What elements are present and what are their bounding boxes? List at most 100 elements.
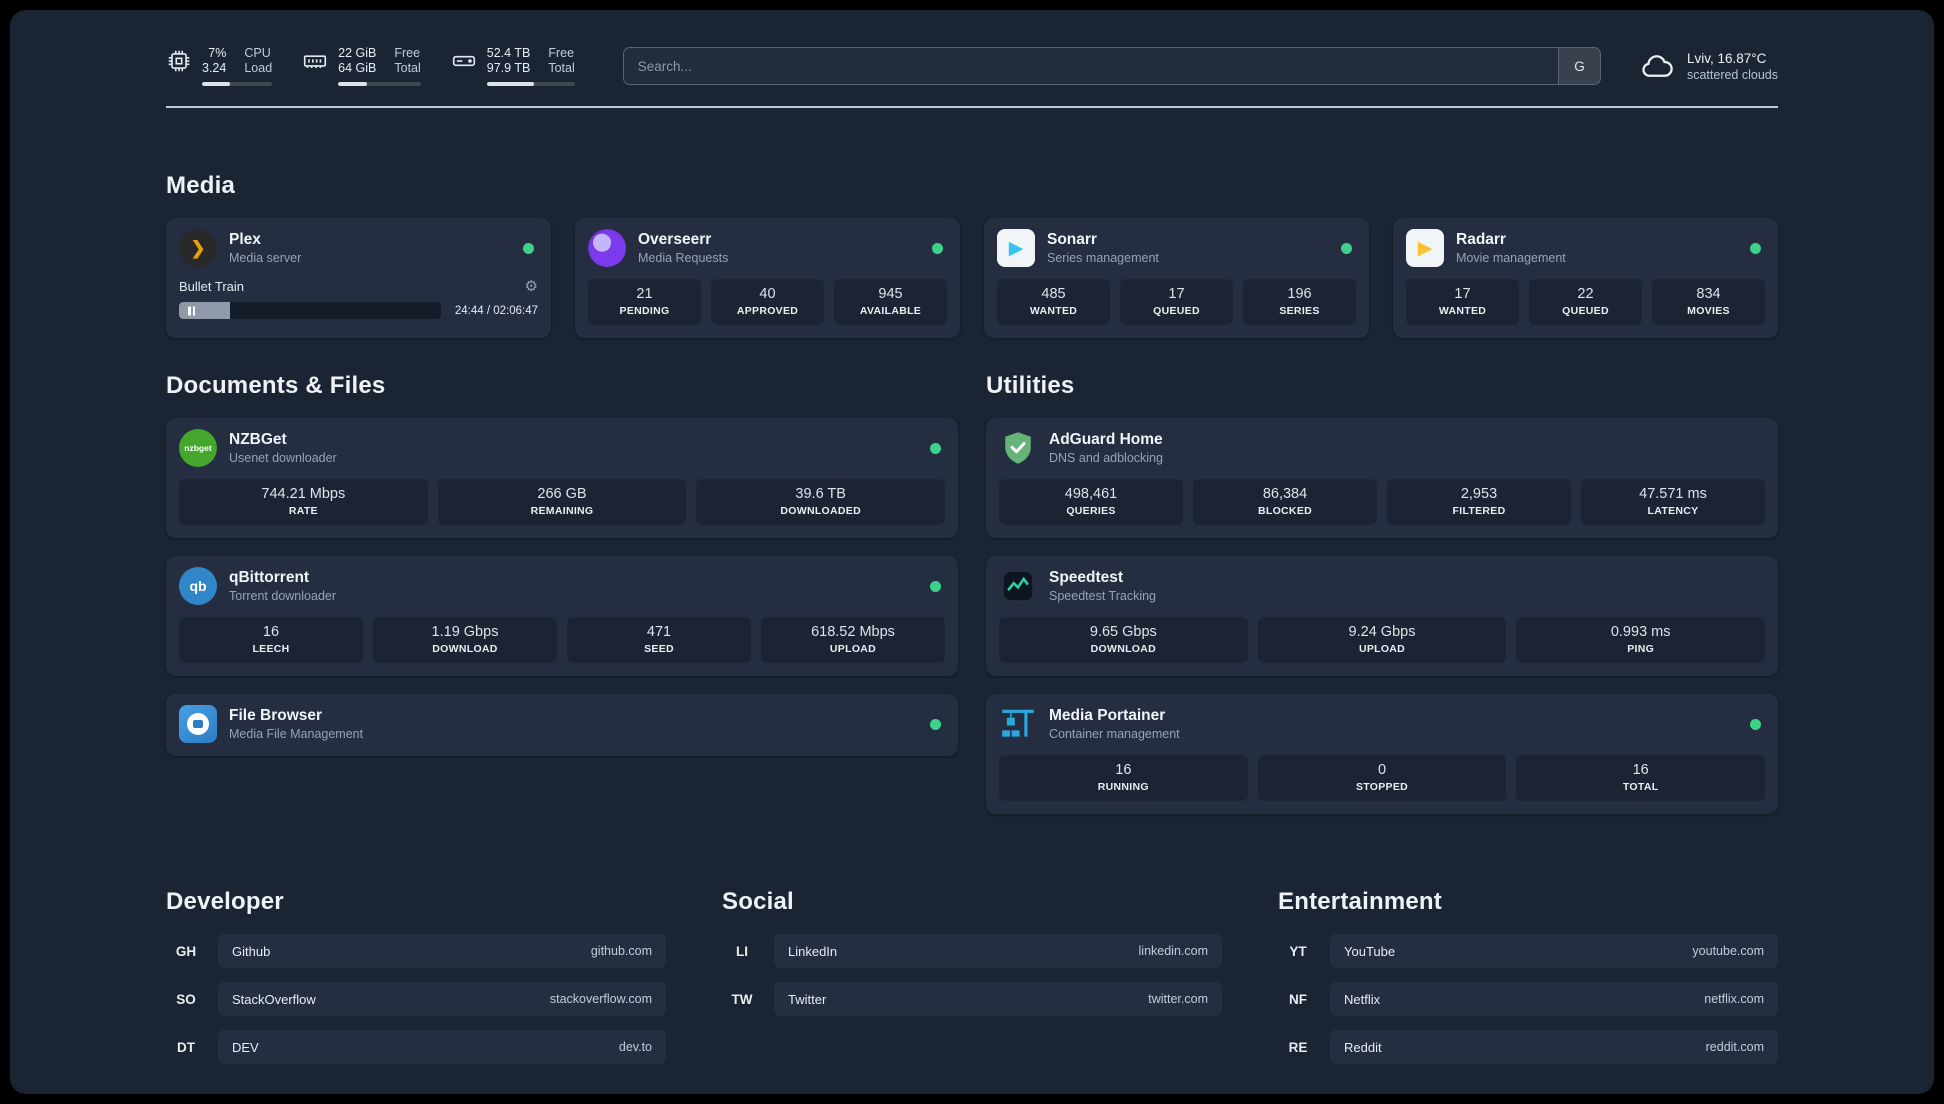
weather-widget: Lviv, 16.87°C scattered clouds: [1639, 48, 1778, 84]
filebrowser-service-link[interactable]: File Browser Media File Management: [179, 705, 945, 743]
qbittorrent-card: qb qBittorrent Torrent downloader 16 LEEC…: [166, 556, 958, 676]
stat-box: 834 MOVIES: [1652, 279, 1765, 325]
portainer-name: Media Portainer: [1049, 707, 1166, 724]
screenshot-frame: 7% CPU 3.24 Load 22 GiB Free 64 GiB Tota…: [0, 0, 1944, 1104]
cpu-load-value: 3.24: [202, 61, 227, 75]
cloud-icon: [1642, 55, 1673, 77]
qbittorrent-desc: Torrent downloader: [229, 589, 337, 603]
stat-label: BLOCKED: [1257, 505, 1312, 517]
media-grid: ❯ Plex Media server Bullet Train ⚙ 24:44…: [166, 218, 1778, 338]
filebrowser-card: File Browser Media File Management: [166, 694, 958, 756]
bookmark-link-dev[interactable]: DEV dev.to: [218, 1030, 666, 1064]
bookmark-url: youtube.com: [1692, 944, 1764, 958]
nzbget-name: NZBGet: [229, 431, 287, 448]
stat-value: 945: [878, 286, 903, 302]
section-media: Media ❯ Plex Media server Bullet Train ⚙: [166, 172, 1778, 338]
stat-label: UPLOAD: [829, 643, 877, 655]
plex-card: ❯ Plex Media server Bullet Train ⚙ 24:44…: [166, 218, 551, 338]
bookmark-link-twitter[interactable]: Twitter twitter.com: [774, 982, 1222, 1016]
adguard-meta: AdGuard Home DNS and adblocking: [1049, 431, 1765, 465]
bookmark-name: Netflix: [1344, 991, 1381, 1007]
sonarr-meta: Sonarr Series management: [1047, 231, 1341, 265]
plex-icon: ❯: [179, 229, 217, 267]
speedtest-service-link[interactable]: Speedtest Speedtest Tracking: [999, 567, 1765, 605]
stat-label: AVAILABLE: [859, 305, 922, 317]
stat-box: 39.6 TB DOWNLOADED: [696, 479, 946, 525]
plex-service-link[interactable]: ❯ Plex Media server: [179, 229, 538, 267]
qbittorrent-icon: qb: [179, 567, 217, 605]
stat-value: 485: [1041, 286, 1066, 302]
sonarr-service-link[interactable]: ▶ Sonarr Series management: [997, 229, 1356, 267]
stat-value: 17: [1168, 286, 1185, 302]
sonarr-name: Sonarr: [1047, 231, 1097, 248]
stat-value: 39.6 TB: [795, 486, 846, 502]
overseerr-stats: 21 PENDING 40 APPROVED 945 AVAILABLE: [588, 279, 947, 325]
section-documents: Documents & Files nzbget NZBGet Usenet d…: [166, 372, 958, 756]
stat-box: 16 LEECH: [179, 617, 363, 663]
bookmark-group-entertainment: Entertainment YT YouTube youtube.com NF …: [1278, 888, 1778, 1064]
settings-icon[interactable]: ⚙: [525, 279, 538, 294]
qbittorrent-service-link[interactable]: qb qBittorrent Torrent downloader: [179, 567, 945, 605]
stat-value: 196: [1287, 286, 1312, 302]
pause-icon[interactable]: [188, 306, 195, 315]
cpu-load-label: Load: [244, 61, 273, 75]
search-provider-button[interactable]: G: [1557, 48, 1600, 84]
bookmark-name: DEV: [232, 1039, 259, 1055]
nzbget-service-link[interactable]: nzbget NZBGet Usenet downloader: [179, 429, 945, 467]
portainer-crane-icon: [999, 705, 1037, 743]
stat-box: 9.65 Gbps DOWNLOAD: [999, 617, 1248, 663]
speedtest-name: Speedtest: [1049, 569, 1124, 586]
stat-box: 22 QUEUED: [1529, 279, 1642, 325]
stat-value: 16: [262, 624, 280, 640]
portainer-card: Media Portainer Container management 16 R…: [986, 694, 1778, 814]
stat-value: 1.19 Gbps: [431, 624, 499, 640]
radarr-meta: Radarr Movie management: [1456, 231, 1750, 265]
stat-label: REMAINING: [530, 505, 594, 517]
bookmark-link-stackoverflow[interactable]: StackOverflow stackoverflow.com: [218, 982, 666, 1016]
sonarr-stats: 485 WANTED 17 QUEUED 196 SERIES: [997, 279, 1356, 325]
bookmark-link-reddit[interactable]: Reddit reddit.com: [1330, 1030, 1778, 1064]
stat-label: PING: [1627, 643, 1655, 655]
adguard-shield-icon: [999, 429, 1037, 467]
bookmark-url: dev.to: [618, 1040, 652, 1054]
bookmark-url: twitter.com: [1148, 992, 1208, 1006]
bookmark-link-github[interactable]: Github github.com: [218, 934, 666, 968]
playback-time: 24:44 / 02:06:47: [454, 304, 538, 317]
stat-box: 498,461 QUERIES: [999, 479, 1183, 525]
search-input[interactable]: [622, 47, 1601, 85]
bookmark-row: TW Twitter twitter.com: [722, 982, 1222, 1016]
bookmark-url: linkedin.com: [1138, 944, 1208, 958]
overseerr-service-link[interactable]: Overseerr Media Requests: [588, 229, 947, 267]
stat-value: 618.52 Mbps: [811, 624, 895, 640]
bookmark-link-linkedin[interactable]: LinkedIn linkedin.com: [774, 934, 1222, 968]
speedtest-meta: Speedtest Speedtest Tracking: [1049, 569, 1765, 603]
portainer-service-link[interactable]: Media Portainer Container management: [999, 705, 1765, 743]
stat-label: SERIES: [1279, 305, 1320, 317]
status-dot: [932, 242, 943, 254]
bookmark-row: DT DEV dev.to: [166, 1030, 666, 1064]
stat-value: 2,953: [1460, 486, 1498, 502]
stat-label: WANTED: [1029, 305, 1078, 317]
cpu-percent: 7%: [208, 46, 227, 60]
adguard-desc: DNS and adblocking: [1049, 451, 1163, 465]
stat-box: 1.19 Gbps DOWNLOAD: [373, 617, 557, 663]
stat-box: 196 SERIES: [1243, 279, 1356, 325]
stat-label: MOVIES: [1687, 305, 1730, 317]
stat-value: 0: [1377, 762, 1387, 778]
bookmark-link-netflix[interactable]: Netflix netflix.com: [1330, 982, 1778, 1016]
filebrowser-desc: Media File Management: [229, 727, 364, 741]
nzbget-card: nzbget NZBGet Usenet downloader 744.21 M…: [166, 418, 958, 538]
adguard-service-link[interactable]: AdGuard Home DNS and adblocking: [999, 429, 1765, 467]
stat-box: 744.21 Mbps RATE: [179, 479, 428, 525]
section-utilities: Utilities AdGuard Home DNS and adblockin…: [986, 372, 1778, 814]
sonarr-card: ▶ Sonarr Series management 485 WANTED 17 Q…: [984, 218, 1369, 338]
bookmark-abbr: NF: [1289, 991, 1307, 1007]
bookmark-url: netflix.com: [1704, 992, 1764, 1006]
stat-value: 16: [1115, 762, 1132, 778]
memory-total-label: Total: [394, 61, 421, 75]
radarr-service-link[interactable]: ▶ Radarr Movie management: [1406, 229, 1765, 267]
radarr-name: Radarr: [1456, 231, 1506, 248]
bookmark-row: LI LinkedIn linkedin.com: [722, 934, 1222, 968]
stat-label: FILTERED: [1452, 505, 1506, 517]
bookmark-link-youtube[interactable]: YouTube youtube.com: [1330, 934, 1778, 968]
